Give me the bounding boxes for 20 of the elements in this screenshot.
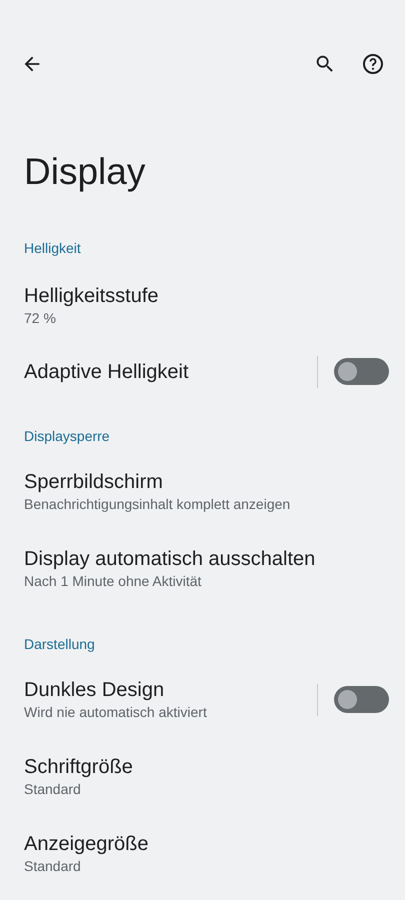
page-title: Display <box>24 150 146 194</box>
help-icon <box>361 52 385 76</box>
setting-title: Adaptive Helligkeit <box>24 360 189 384</box>
setting-title: Dunkles Design <box>24 678 166 702</box>
section-header: Helligkeit <box>24 240 81 256</box>
toggle-switch[interactable] <box>334 358 389 385</box>
setting-summary: Wird nie automatisch aktiviert <box>24 702 207 722</box>
setting-title: Display automatisch ausschalten <box>24 546 316 570</box>
setting-summary: Nach 1 Minute ohne Aktivität <box>24 572 202 590</box>
setting-title: Sperrbildschirm <box>24 470 164 494</box>
setting-title: Anzeigegröße <box>24 832 149 856</box>
section-header: Darstellung <box>24 636 95 652</box>
setting-title: Schriftgröße <box>24 754 133 778</box>
section-header: Displaysperre <box>24 428 110 444</box>
setting-summary: 72 % <box>24 308 57 328</box>
toggle-switch[interactable] <box>334 686 389 713</box>
setting-title: Helligkeitsstufe <box>24 284 159 308</box>
setting-summary: Standard <box>24 780 82 798</box>
setting-summary: Standard <box>24 856 82 876</box>
setting-summary: Benachrichtigungsinhalt komplett anzeigen <box>24 494 290 514</box>
